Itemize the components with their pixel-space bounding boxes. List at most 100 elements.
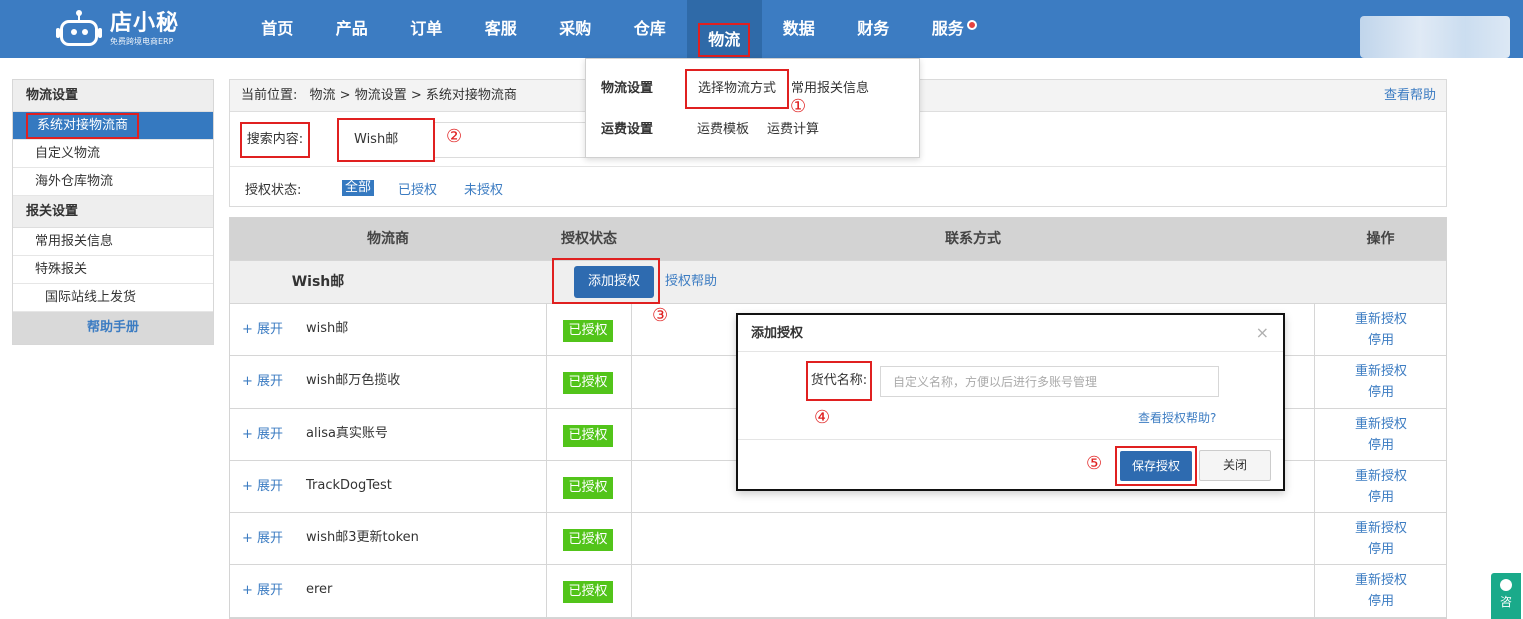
logistics-dropdown: 物流设置 选择物流方式 常用报关信息 运费设置 运费模板 运费计算	[585, 58, 920, 158]
reauthorize-link[interactable]: 重新授权	[1315, 361, 1447, 382]
view-auth-help-link[interactable]: 查看授权帮助?	[1138, 409, 1216, 426]
main-nav: 首页 产品 订单 客服 采购 仓库 物流 数据 财务 服务	[240, 0, 985, 58]
nav-item-logistics[interactable]: 物流	[687, 0, 762, 58]
auth-status-label: 授权状态:	[245, 182, 302, 198]
expand-toggle[interactable]: + 展开	[242, 461, 283, 513]
account-name: wish邮3更新token	[306, 530, 419, 546]
sidebar-item-special-customs[interactable]: 特殊报关	[13, 256, 213, 284]
nav-item-finance[interactable]: 财务	[836, 0, 911, 58]
sidebar-help-manual[interactable]: 帮助手册	[13, 312, 213, 344]
col-carrier: 物流商	[367, 231, 409, 247]
disable-link[interactable]: 停用	[1315, 435, 1447, 456]
nav-item-services[interactable]: 服务	[911, 0, 986, 58]
consult-label: 咨	[1499, 595, 1512, 609]
expand-toggle[interactable]: + 展开	[242, 356, 283, 408]
account-name: TrackDogTest	[306, 477, 392, 493]
search-input[interactable]: Wish邮	[337, 118, 435, 162]
brand-name: 店小秘	[110, 11, 180, 36]
dropdown-head-logistics-settings: 物流设置	[601, 81, 654, 96]
disable-link[interactable]: 停用	[1315, 539, 1447, 560]
add-auth-button[interactable]: 添加授权	[574, 266, 654, 298]
dropdown-select-shipping-method[interactable]: 选择物流方式	[685, 69, 789, 109]
account-name: wish邮	[306, 321, 349, 336]
disable-link[interactable]: 停用	[1315, 487, 1447, 508]
auth-status-filter: 授权状态: 全部 已授权 未授权	[245, 179, 530, 198]
notification-dot	[967, 20, 977, 30]
table-row: + 展开 erer 已授权 重新授权 停用	[230, 565, 1447, 618]
carrier-group-row: Wish邮 添加授权 授权帮助	[230, 258, 1446, 304]
consult-widget[interactable]: 咨	[1491, 573, 1521, 619]
view-help-link[interactable]: 查看帮助	[1384, 80, 1436, 112]
status-badge: 已授权	[563, 320, 613, 342]
consult-icon	[1500, 579, 1512, 591]
nav-item-purchase[interactable]: 采购	[538, 0, 613, 58]
sidebar-item-common-customs[interactable]: 常用报关信息	[13, 228, 213, 256]
sidebar-section-customs: 报关设置	[13, 196, 213, 228]
save-auth-button[interactable]: 保存授权	[1120, 451, 1192, 481]
step-marker-3: ③	[652, 305, 669, 326]
breadcrumb-path[interactable]: 物流 > 物流设置 > 系统对接物流商	[310, 88, 517, 103]
sidebar-item-custom-logistics[interactable]: 自定义物流	[13, 140, 213, 168]
brand-tagline: 免费跨境电商ERP	[110, 37, 174, 46]
robot-icon	[56, 10, 102, 48]
reauthorize-link[interactable]: 重新授权	[1315, 518, 1447, 539]
expand-toggle[interactable]: + 展开	[242, 409, 283, 461]
status-badge: 已授权	[563, 424, 613, 447]
col-auth-status: 授权状态	[561, 231, 617, 247]
nav-item-products[interactable]: 产品	[315, 0, 390, 58]
dropdown-freight-template[interactable]: 运费模板	[697, 118, 749, 142]
forwarder-name-label: 货代名称:	[806, 361, 872, 401]
status-badge: 已授权	[563, 581, 613, 604]
expand-toggle[interactable]: + 展开	[242, 565, 283, 617]
nav-item-orders[interactable]: 订单	[389, 0, 464, 58]
save-highlight: 保存授权	[1115, 446, 1197, 486]
disable-link[interactable]: 停用	[1315, 330, 1447, 351]
modal-title: 添加授权	[738, 315, 1283, 352]
nav-item-warehouse[interactable]: 仓库	[613, 0, 688, 58]
filter-authorized[interactable]: 已授权	[398, 179, 437, 198]
auth-help-link[interactable]: 授权帮助	[665, 261, 717, 303]
sidebar-section-logistics: 物流设置	[13, 80, 213, 112]
forwarder-name-input[interactable]: 自定义名称，方便以后进行多账号管理	[880, 366, 1219, 397]
col-actions: 操作	[1366, 231, 1395, 247]
table-header: 物流商 授权状态 联系方式 操作	[230, 218, 1446, 260]
close-button[interactable]: 关闭	[1199, 450, 1271, 481]
dropdown-head-freight-settings: 运费设置	[601, 122, 654, 137]
reauthorize-link[interactable]: 重新授权	[1315, 414, 1447, 435]
filter-all[interactable]: 全部	[342, 180, 375, 196]
step-marker-5: ⑤	[1086, 453, 1103, 474]
sidebar-item-intl-online-shipping[interactable]: 国际站线上发货	[13, 284, 213, 312]
reauthorize-link[interactable]: 重新授权	[1315, 466, 1447, 487]
account-name: wish邮万色揽收	[306, 373, 401, 389]
brand-logo[interactable]: 店小秘 免费跨境电商ERP	[56, 8, 179, 50]
sidebar-item-system-carriers[interactable]: 系统对接物流商	[13, 112, 213, 140]
user-info-blurred[interactable]	[1360, 16, 1510, 58]
expand-toggle[interactable]: + 展开	[242, 304, 283, 356]
filter-unauthorized[interactable]: 未授权	[464, 179, 503, 198]
nav-item-home[interactable]: 首页	[240, 0, 315, 58]
sidebar-item-overseas-warehouse[interactable]: 海外仓库物流	[13, 168, 213, 196]
dropdown-freight-calculation[interactable]: 运费计算	[767, 118, 819, 142]
search-label: 搜索内容:	[240, 122, 310, 158]
disable-link[interactable]: 停用	[1315, 382, 1447, 403]
carrier-group-name: Wish邮	[291, 274, 345, 290]
step-marker-2: ②	[446, 126, 463, 147]
panel-divider	[230, 166, 1446, 167]
add-auth-highlight: 添加授权	[552, 258, 660, 304]
reauthorize-link[interactable]: 重新授权	[1315, 309, 1447, 330]
nav-item-data[interactable]: 数据	[762, 0, 837, 58]
col-contact: 联系方式	[945, 231, 1001, 247]
disable-link[interactable]: 停用	[1315, 591, 1447, 612]
expand-toggle[interactable]: + 展开	[242, 513, 283, 565]
close-icon[interactable]: ×	[1256, 323, 1269, 342]
step-marker-1: ①	[790, 96, 807, 117]
account-name: alisa真实账号	[306, 425, 388, 441]
top-navbar: 店小秘 免费跨境电商ERP 首页 产品 订单 客服 采购 仓库 物流 数据 财务…	[0, 0, 1523, 58]
nav-item-customer-service[interactable]: 客服	[464, 0, 539, 58]
status-badge: 已授权	[563, 476, 613, 499]
step-marker-4: ④	[814, 407, 831, 428]
status-badge: 已授权	[563, 529, 613, 552]
add-auth-modal: 添加授权 × 货代名称: 自定义名称，方便以后进行多账号管理 查看授权帮助? 保…	[736, 313, 1285, 491]
table-row: + 展开 wish邮3更新token 已授权 重新授权 停用	[230, 513, 1447, 566]
reauthorize-link[interactable]: 重新授权	[1315, 570, 1447, 591]
